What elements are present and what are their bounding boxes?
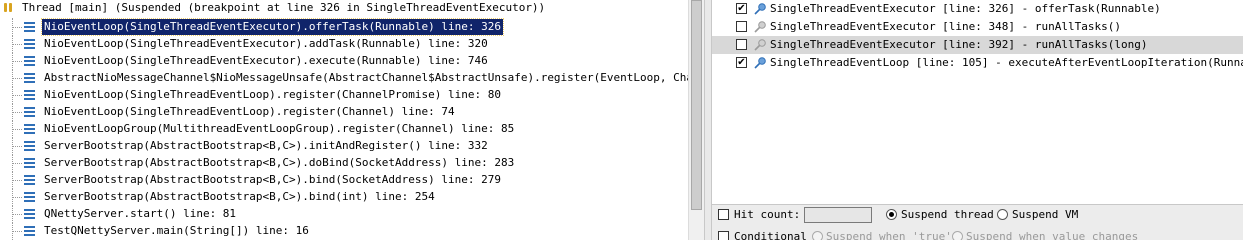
breakpoint-label: SingleThreadEventExecutor [line: 392] - …: [770, 38, 1148, 51]
stack-frame-icon: [24, 73, 35, 83]
breakpoint-icon: [753, 2, 767, 16]
tree-connector: [12, 52, 22, 70]
stack-frame-icon: [24, 90, 35, 100]
stack-frame-label: NioEventLoop(SingleThreadEventExecutor).…: [41, 18, 504, 36]
suspend-thread-radio[interactable]: [886, 209, 897, 220]
tree-connector: [12, 188, 22, 206]
breakpoint-label: SingleThreadEventExecutor [line: 326] - …: [770, 2, 1161, 15]
conditional-checkbox[interactable]: [718, 231, 729, 240]
stack-frame-icon: [24, 107, 35, 117]
stack-frame-label: NioEventLoopGroup(MultithreadEventLoopGr…: [44, 122, 515, 135]
breakpoint-enabled-checkbox[interactable]: [736, 21, 747, 32]
stack-frame-label: ServerBootstrap(AbstractBootstrap<B,C>).…: [44, 173, 501, 186]
stack-frame-label: ServerBootstrap(AbstractBootstrap<B,C>).…: [44, 190, 435, 203]
breakpoint-row[interactable]: SingleThreadEventExecutor [line: 348] - …: [712, 18, 1243, 36]
stack-frame-icon: [24, 22, 35, 32]
stack-frame-icon: [24, 175, 35, 185]
breakpoint-disabled-icon: [753, 38, 767, 52]
breakpoint-enabled-checkbox[interactable]: ✔: [736, 57, 747, 68]
tree-connector: [12, 18, 22, 36]
suspend-vm-radio[interactable]: [997, 209, 1008, 220]
stack-frame-label: QNettyServer.start() line: 81: [44, 207, 237, 220]
tree-connector: [12, 35, 22, 53]
stack-frame-icon: [24, 56, 35, 66]
stack-frame-label: NioEventLoop(SingleThreadEventExecutor).…: [44, 37, 488, 50]
hit-count-checkbox[interactable]: [718, 209, 729, 220]
breakpoint-options: Hit count: Suspend thread Suspend VM Con…: [712, 205, 1243, 240]
stack-frame-label: NioEventLoop(SingleThreadEventExecutor).…: [44, 54, 488, 67]
stack-frame-icon: [24, 209, 35, 219]
thread-label: Thread [main] (Suspended (breakpoint at …: [22, 1, 546, 14]
tree-connector: [12, 222, 22, 240]
hit-count-input[interactable]: [804, 207, 872, 223]
tree-connector: [12, 69, 22, 87]
hit-count-label: Hit count:: [734, 208, 801, 221]
breakpoint-disabled-icon: [753, 20, 767, 34]
tree-connector: [12, 137, 22, 155]
suspend-when-changes-radio[interactable]: [952, 231, 963, 240]
breakpoint-icon: [753, 56, 767, 70]
stack-frame-icon: [24, 192, 35, 202]
stack-frame-icon: [24, 158, 35, 168]
stack-frame-icon: [24, 124, 35, 134]
tree-connector: [12, 120, 22, 138]
stack-frame-label: NioEventLoop(SingleThreadEventLoop).regi…: [44, 88, 501, 101]
suspend-thread-label: Suspend thread: [901, 208, 994, 221]
tree-connector: [12, 86, 22, 104]
suspend-when-true-label: Suspend when 'true': [826, 230, 952, 240]
scrollbar-thumb[interactable]: [691, 0, 702, 210]
breakpoints-panel: ✔ SingleThreadEventExecutor [line: 326] -…: [712, 0, 1243, 240]
tree-connector: [12, 103, 22, 121]
stack-frame-icon: [24, 226, 35, 236]
tree-connector: [12, 154, 22, 172]
stack-frame-label: AbstractNioMessageChannel$NioMessageUnsa…: [44, 71, 688, 84]
breakpoint-label: SingleThreadEventExecutor [line: 348] - …: [770, 20, 1121, 33]
stack-frame-label: TestQNettyServer.main(String[]) line: 16: [44, 224, 309, 237]
breakpoint-row[interactable]: ✔ SingleThreadEventLoop [line: 105] - exe…: [712, 54, 1243, 72]
suspended-thread-icon: [2, 2, 14, 13]
suspend-when-true-radio[interactable]: [812, 231, 823, 240]
panel-splitter[interactable]: [704, 0, 712, 240]
stack-frame-icon: [24, 141, 35, 151]
breakpoint-enabled-checkbox[interactable]: ✔: [736, 3, 747, 14]
conditional-label: Conditional: [734, 230, 807, 240]
suspend-vm-label: Suspend VM: [1012, 208, 1079, 221]
stack-frame-label: NioEventLoop(SingleThreadEventLoop).regi…: [44, 105, 455, 118]
suspend-when-changes-label: Suspend when value changes: [966, 230, 1139, 240]
debug-stack-panel: Thread [main] (Suspended (breakpoint at …: [0, 0, 688, 240]
tree-connector: [12, 205, 22, 223]
stack-frame-label: ServerBootstrap(AbstractBootstrap<B,C>).…: [44, 156, 515, 169]
breakpoint-row[interactable]: SingleThreadEventExecutor [line: 392] - …: [712, 36, 1243, 54]
tree-connector: [12, 171, 22, 189]
breakpoint-label: SingleThreadEventLoop [line: 105] - exec…: [770, 56, 1243, 69]
breakpoint-enabled-checkbox[interactable]: [736, 39, 747, 50]
breakpoint-row[interactable]: ✔ SingleThreadEventExecutor [line: 326] -…: [712, 0, 1243, 18]
stack-frame-label: ServerBootstrap(AbstractBootstrap<B,C>).…: [44, 139, 488, 152]
stack-frame-icon: [24, 39, 35, 49]
stack-vertical-scrollbar[interactable]: [688, 0, 705, 240]
